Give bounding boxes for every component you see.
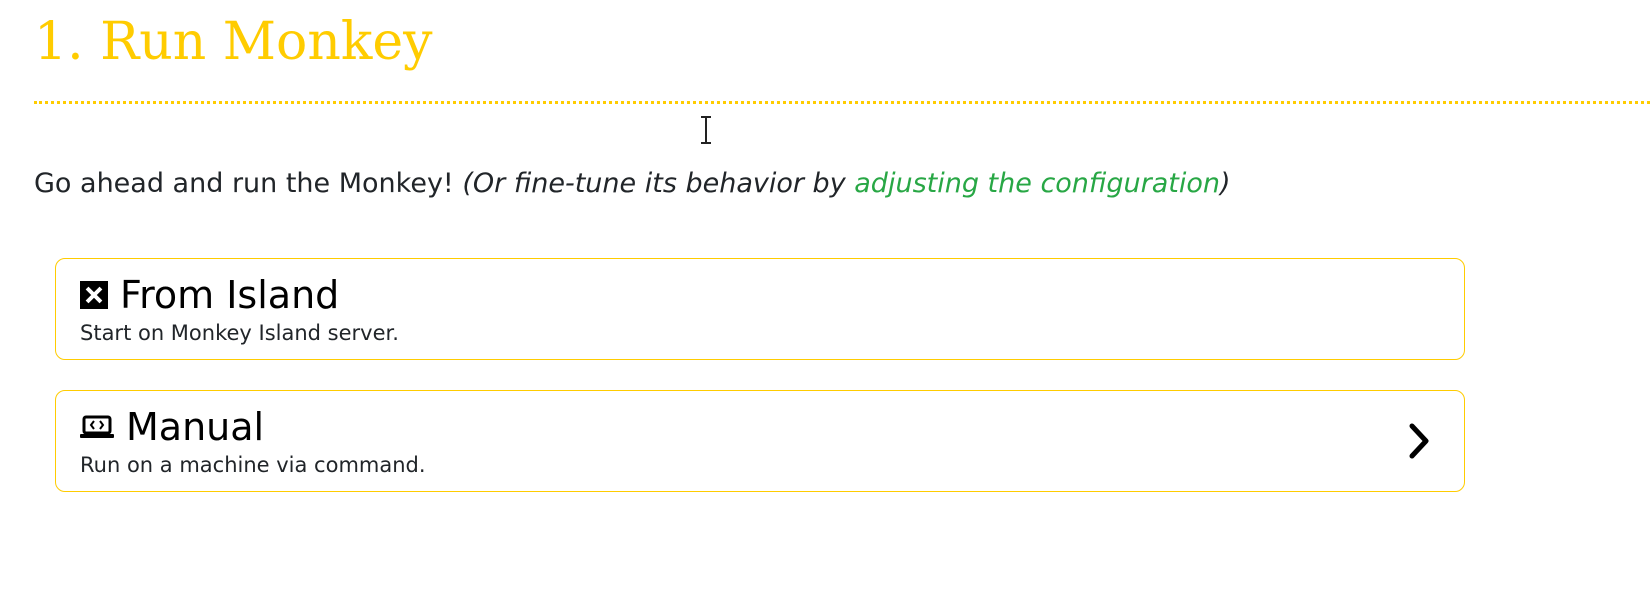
from-island-description: Start on Monkey Island server. — [80, 321, 399, 345]
from-island-option[interactable]: From Island Start on Monkey Island serve… — [55, 258, 1465, 360]
manual-heading: Manual — [80, 403, 264, 451]
from-island-heading: From Island — [80, 271, 339, 319]
text-cursor-icon — [701, 116, 711, 144]
intro-note-suffix: ) — [1219, 168, 1231, 199]
title-divider — [34, 101, 1650, 104]
manual-title: Manual — [126, 405, 265, 449]
chevron-right-icon — [1409, 423, 1429, 459]
from-island-title: From Island — [120, 273, 340, 317]
intro-note: (Or fine-tune its behavior by adjusting … — [462, 168, 1230, 199]
run-monkey-page: 1. Run Monkey Go ahead and run the Monke… — [0, 0, 1650, 612]
manual-option[interactable]: Manual Run on a machine via command. — [55, 390, 1465, 492]
manual-description: Run on a machine via command. — [80, 453, 426, 477]
page-title: 1. Run Monkey — [34, 12, 433, 72]
intro-main-text: Go ahead and run the Monkey! — [34, 168, 463, 199]
expand-arrows-icon — [80, 281, 108, 309]
intro-note-prefix: (Or fine-tune its behavior by — [462, 168, 855, 199]
intro-text: Go ahead and run the Monkey! (Or fine-tu… — [34, 164, 1231, 204]
configuration-link[interactable]: adjusting the configuration — [854, 168, 1220, 199]
laptop-code-icon — [80, 413, 114, 441]
